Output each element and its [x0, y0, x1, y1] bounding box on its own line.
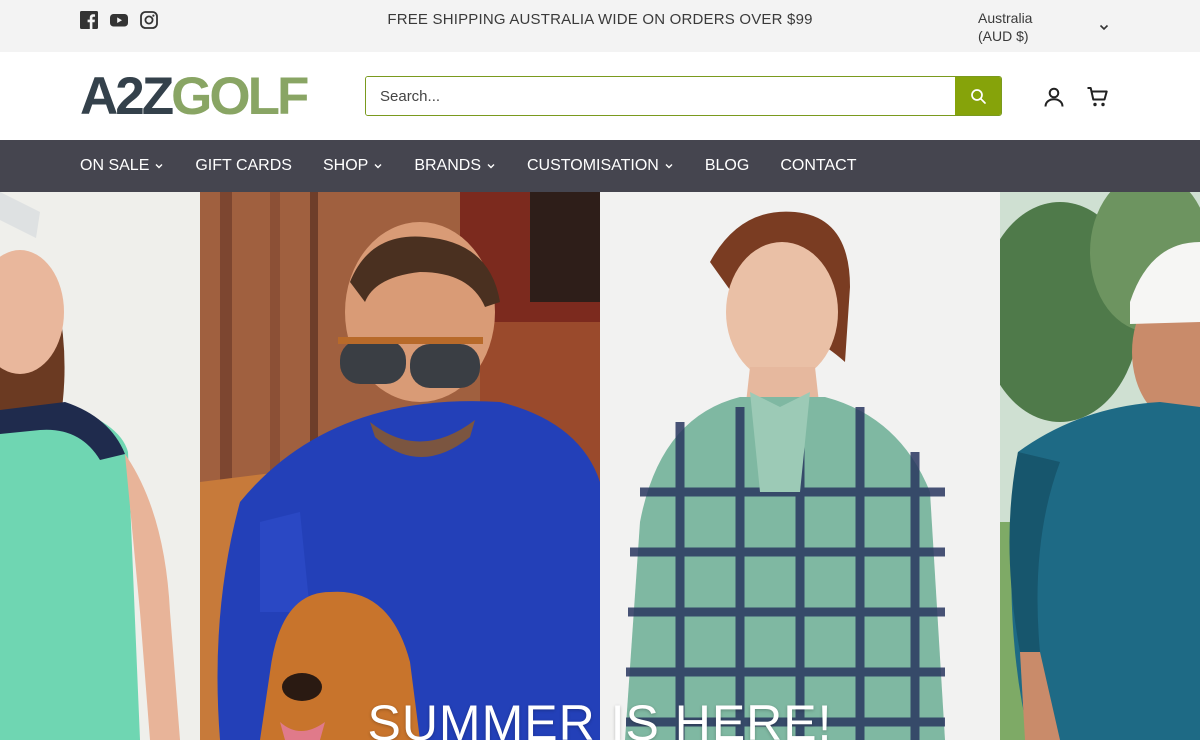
nav-label: CUSTOMISATION — [527, 157, 659, 174]
nav-item-customisation[interactable]: CUSTOMISATION — [527, 157, 674, 175]
nav-item-contact[interactable]: CONTACT — [780, 157, 856, 175]
nav-item-brands[interactable]: BRANDS — [414, 157, 496, 175]
currency-label: Australia (AUD $) — [978, 9, 1032, 45]
nav-label: CONTACT — [780, 157, 857, 174]
search-button[interactable] — [955, 77, 1001, 115]
chevron-down-icon — [665, 164, 673, 169]
cart-icon[interactable] — [1086, 85, 1110, 109]
nav-label: ON SALE — [80, 157, 150, 174]
nav-item-shop[interactable]: SHOP — [323, 157, 383, 175]
nav-label: GIFT CARDS — [195, 157, 292, 174]
account-icon[interactable] — [1042, 85, 1066, 109]
hero-banner[interactable]: SUMMER IS HERE! — [0, 192, 1200, 740]
logo-a2z: A2Z — [80, 66, 174, 126]
nav-item-gift-cards[interactable]: GIFT CARDS — [195, 157, 292, 175]
announcement-bar: FREE SHIPPING AUSTRALIA WIDE ON ORDERS O… — [0, 0, 1200, 52]
nav-item-on-sale[interactable]: ON SALE — [80, 157, 164, 175]
nav-label: BRANDS — [414, 157, 481, 174]
chevron-down-icon — [487, 164, 495, 169]
site-logo[interactable]: A2Z GOLF — [80, 66, 309, 126]
nav-label: BLOG — [704, 157, 750, 174]
currency-selector[interactable]: Australia (AUD $) — [978, 9, 1110, 45]
hero-photo-woman-mint — [0, 192, 200, 740]
logo-golf: GOLF — [171, 66, 309, 126]
search-input[interactable] — [366, 77, 955, 115]
chevron-down-icon — [155, 164, 163, 169]
site-header: A2Z GOLF — [0, 52, 1200, 140]
search-bar — [365, 76, 1002, 116]
hero-photo-woman-plaid — [600, 192, 1000, 740]
currency-code: (AUD $) — [978, 28, 1029, 44]
search-icon — [970, 88, 986, 104]
hero-photo-man-cap — [1000, 192, 1200, 740]
chevron-down-icon — [1099, 24, 1109, 31]
hero-photo-man-dog — [200, 192, 600, 740]
chevron-down-icon — [374, 164, 382, 169]
currency-country: Australia — [978, 10, 1033, 26]
hero-title: SUMMER IS HERE! — [367, 695, 833, 740]
nav-item-blog[interactable]: BLOG — [705, 157, 749, 175]
nav-label: SHOP — [322, 157, 369, 174]
main-navigation: ON SALE GIFT CARDS SHOP BRANDS CUSTOMISA… — [0, 140, 1200, 192]
